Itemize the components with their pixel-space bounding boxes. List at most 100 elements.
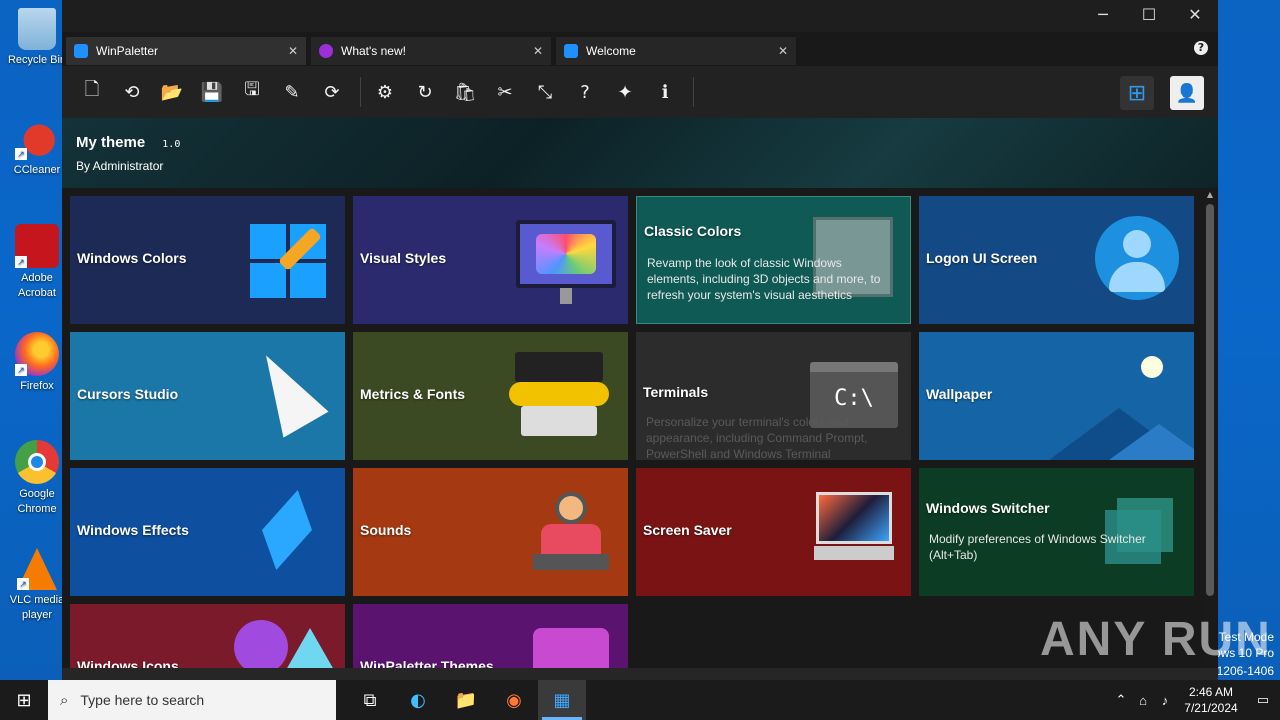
tile-windows-icons[interactable]: Windows Icons bbox=[70, 604, 345, 668]
tools-icon[interactable]: ✂ bbox=[487, 74, 523, 110]
desktop-icon-recycle-bin[interactable]: Recycle Bin bbox=[4, 8, 70, 68]
themes-palette-icon bbox=[533, 628, 609, 668]
tile-terminals[interactable]: C:\ Terminals Personalize your terminal'… bbox=[636, 332, 911, 460]
tab-close-icon[interactable]: ✕ bbox=[533, 44, 543, 58]
desktop-icon-firefox[interactable]: ↗ Firefox bbox=[4, 332, 70, 394]
desktop-icon-ccleaner[interactable]: ↗ CCleaner bbox=[4, 116, 70, 178]
save-icon[interactable]: 💾 bbox=[194, 74, 230, 110]
clock-date: 7/21/2024 bbox=[1184, 701, 1238, 715]
chevron-up-icon[interactable]: ⌃ bbox=[1110, 692, 1132, 708]
desktop-icon-label: CCleaner bbox=[13, 164, 61, 176]
tab-label: WinPaletter bbox=[96, 44, 159, 58]
tile-description: Revamp the look of classic Windows eleme… bbox=[647, 256, 881, 302]
tile-winpaletter-themes[interactable]: WinPaletter Themes bbox=[353, 604, 628, 668]
chrome-icon bbox=[15, 440, 59, 484]
landscape-icon bbox=[1049, 348, 1194, 460]
winpaletter-tab-icon bbox=[74, 44, 88, 58]
firefox-icon[interactable]: ◉ bbox=[490, 680, 538, 720]
notification-icon[interactable]: ▭ bbox=[1246, 692, 1280, 708]
tab-close-icon[interactable]: ✕ bbox=[778, 44, 788, 58]
network-icon[interactable]: ⌂ bbox=[1132, 693, 1154, 708]
tab-winpaletter[interactable]: WinPaletter ✕ bbox=[66, 37, 306, 65]
maximize-button[interactable]: ☐ bbox=[1126, 0, 1172, 32]
tile-screen-saver[interactable]: Screen Saver bbox=[636, 468, 911, 596]
window-bottom-bar bbox=[62, 668, 1218, 680]
acrobat-icon: ↗ bbox=[15, 224, 59, 268]
tile-metrics-fonts[interactable]: Metrics & Fonts bbox=[353, 332, 628, 460]
tile-windows-colors[interactable]: Windows Colors bbox=[70, 196, 345, 324]
tab-whats-new[interactable]: What's new! ✕ bbox=[311, 37, 551, 65]
windows-logo-icon[interactable]: ⊞ bbox=[1120, 76, 1154, 110]
user-icon[interactable]: 👤 bbox=[1170, 76, 1204, 110]
tab-close-icon[interactable]: ✕ bbox=[288, 44, 298, 58]
scrollbar-thumb[interactable] bbox=[1206, 204, 1214, 596]
help-icon[interactable]: ? bbox=[567, 74, 603, 110]
load-icon[interactable]: ⟲ bbox=[114, 74, 150, 110]
volume-icon[interactable]: ♪ bbox=[1154, 693, 1176, 708]
vlc-icon: ↗ bbox=[17, 548, 57, 590]
laptop-screensaver-icon bbox=[814, 492, 894, 568]
open-folder-icon[interactable]: 📂 bbox=[154, 74, 190, 110]
start-button[interactable]: ⊞ bbox=[0, 680, 48, 720]
tile-label: Wallpaper bbox=[926, 386, 993, 402]
cursor-arrow-icon bbox=[243, 342, 329, 438]
clock[interactable]: 2:46 AM 7/21/2024 bbox=[1176, 684, 1246, 716]
toolbar: 🗋 ⟲ 📂 💾 🖫 ✎ ⟳ ⚙ ↻ 🛍 ✂ ⤡ ? ✦ ℹ ⊞ 👤 bbox=[62, 66, 1218, 118]
tile-sounds[interactable]: Sounds bbox=[353, 468, 628, 596]
shortcut-arrow-icon: ↗ bbox=[17, 578, 29, 590]
file-explorer-icon[interactable]: 📁 bbox=[442, 680, 490, 720]
tile-classic-colors[interactable]: Classic Colors Revamp the look of classi… bbox=[636, 196, 911, 324]
tile-label: Windows Switcher bbox=[926, 500, 1050, 516]
shapes-icon bbox=[234, 620, 344, 668]
edit-icon[interactable]: ✎ bbox=[274, 74, 310, 110]
store-icon[interactable]: 🛍 bbox=[447, 74, 483, 110]
toolbar-separator bbox=[360, 77, 361, 107]
minimize-button[interactable]: ─ bbox=[1080, 0, 1126, 32]
user-avatar-icon bbox=[1095, 216, 1179, 300]
tile-label: Windows Icons bbox=[77, 658, 179, 668]
system-tray: ⌃ ⌂ ♪ 2:46 AM 7/21/2024 ▭ bbox=[1110, 680, 1280, 720]
search-box[interactable]: ⌕ Type here to search bbox=[48, 680, 336, 720]
windows-logo-paintbrush-icon bbox=[250, 224, 328, 300]
tab-welcome[interactable]: Welcome ✕ bbox=[556, 37, 796, 65]
scroll-up-icon[interactable]: ▲ bbox=[1204, 190, 1216, 202]
settings-icon[interactable]: ⚙ bbox=[367, 74, 403, 110]
tile-visual-styles[interactable]: Visual Styles bbox=[353, 196, 628, 324]
edge-icon[interactable]: ◐ bbox=[394, 680, 442, 720]
new-icon[interactable]: ✦ bbox=[607, 74, 643, 110]
tiles-grid: Windows Colors Visual Styles Classic Col… bbox=[70, 196, 1194, 668]
tab-label: What's new! bbox=[341, 44, 406, 58]
shortcut-arrow-icon: ↗ bbox=[15, 148, 27, 160]
desktop-icon-acrobat[interactable]: ↗ Adobe Acrobat bbox=[4, 224, 70, 301]
collapse-icon[interactable]: ⤡ bbox=[527, 74, 563, 110]
desktop-icon-chrome[interactable]: Google Chrome bbox=[4, 440, 70, 517]
desktop-icon-label: Google Chrome bbox=[17, 488, 57, 515]
title-bar[interactable]: ─ ☐ ✕ bbox=[62, 0, 1218, 32]
tile-windows-switcher[interactable]: Windows Switcher Modify preferences of W… bbox=[919, 468, 1194, 596]
winpaletter-icon[interactable]: ▦ bbox=[538, 680, 586, 720]
tile-description: Personalize your terminal's colors and a… bbox=[646, 415, 868, 460]
tile-wallpaper[interactable]: Wallpaper bbox=[919, 332, 1194, 460]
refresh-icon[interactable]: ↻ bbox=[407, 74, 443, 110]
tile-label: Windows Colors bbox=[77, 250, 187, 266]
welcome-tab-icon bbox=[564, 44, 578, 58]
tile-cursors-studio[interactable]: Cursors Studio bbox=[70, 332, 345, 460]
new-file-icon[interactable]: 🗋 bbox=[74, 74, 110, 110]
tiles-scrollbar[interactable]: ▲ bbox=[1204, 190, 1216, 668]
desktop-icon-vlc[interactable]: ↗ VLC media player bbox=[4, 548, 70, 623]
tab-strip: WinPaletter ✕ What's new! ✕ Welcome ✕ bbox=[66, 37, 801, 65]
watermark: ANY RUN bbox=[1040, 613, 1272, 666]
help-icon[interactable]: ? bbox=[1194, 41, 1208, 55]
info-icon[interactable]: ℹ bbox=[647, 74, 683, 110]
desktop-icon-label: Recycle Bin bbox=[7, 54, 67, 66]
tile-windows-effects[interactable]: Windows Effects bbox=[70, 468, 345, 596]
restore-icon[interactable]: ⟳ bbox=[314, 74, 350, 110]
taskbar: ⊞ ⌕ Type here to search ⧉ ◐ 📁 ◉ ▦ ⌃ ⌂ ♪ … bbox=[0, 680, 1280, 720]
save-as-icon[interactable]: 🖫 bbox=[234, 74, 270, 110]
tile-logon-ui-screen[interactable]: Logon UI Screen bbox=[919, 196, 1194, 324]
desktop-icon-label: Firefox bbox=[20, 380, 54, 392]
tile-label: Visual Styles bbox=[360, 250, 447, 266]
task-view-icon[interactable]: ⧉ bbox=[346, 680, 394, 720]
close-button[interactable]: ✕ bbox=[1172, 0, 1218, 32]
tile-label: Sounds bbox=[360, 522, 412, 538]
